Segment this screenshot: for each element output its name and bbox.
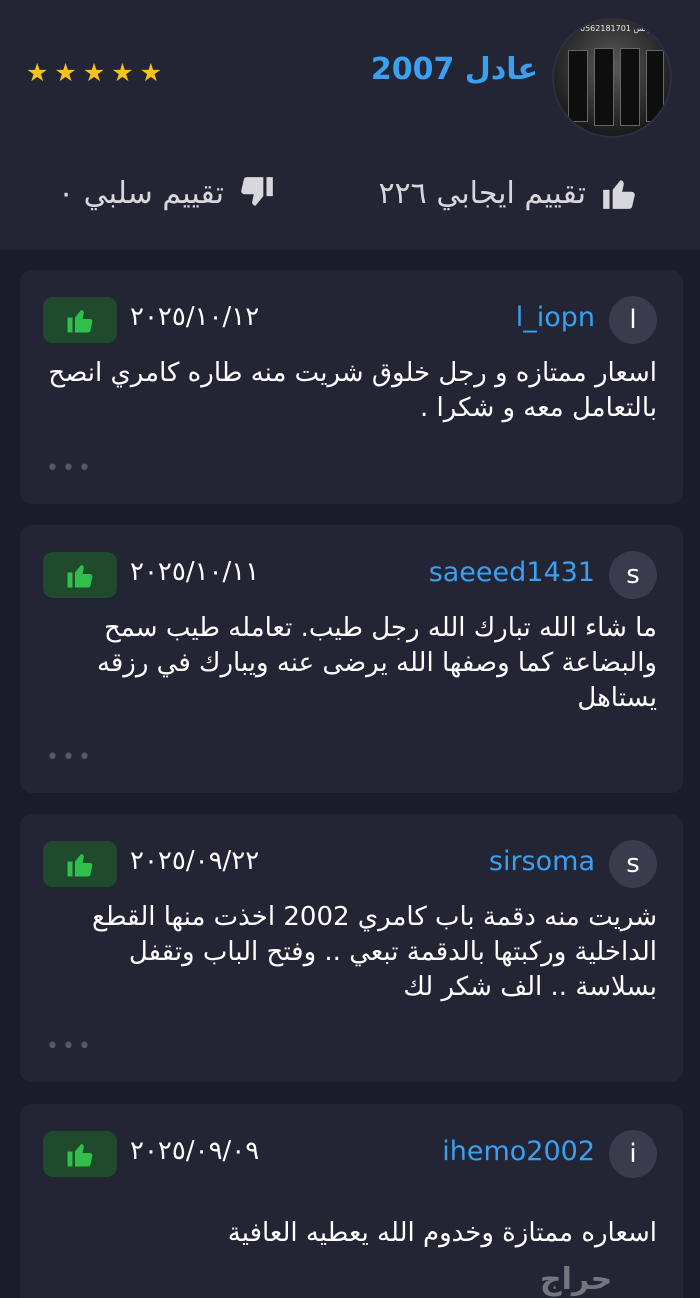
profile-header: واتس 0562181701 عادل 2007 ★★★★★ تقييم اي…: [0, 0, 700, 250]
negative-rating-label: تقييم سلبي ٠: [58, 175, 224, 211]
positive-badge: [43, 552, 117, 598]
thumbs-up-icon: [603, 180, 635, 209]
review-date: ٢٠٢٥/١٠/١١: [130, 557, 260, 587]
more-options-icon[interactable]: •••: [46, 745, 94, 770]
review-text: اسعار ممتازه و رجل خلوق شريت منه طاره كا…: [48, 358, 657, 423]
review-card: s sirsoma ٢٠٢٥/٠٩/٢٢ شريت منه دقمة باب ك…: [20, 814, 683, 1082]
more-options-icon[interactable]: •••: [46, 456, 94, 481]
avatar-plate-text: واتس 0562181701: [580, 24, 652, 33]
reviewer-username[interactable]: sirsoma: [489, 846, 595, 877]
reviewer-avatar[interactable]: l: [609, 296, 657, 344]
review-card: s saeeed1431 ٢٠٢٥/١٠/١١ ما شاء الله تبار…: [20, 525, 683, 793]
review-date: ٢٠٢٥/٠٩/٢٢: [130, 846, 260, 876]
positive-badge: [43, 1131, 117, 1177]
positive-badge: [43, 297, 117, 343]
negative-rating[interactable]: تقييم سلبي ٠: [58, 174, 276, 212]
profile-avatar[interactable]: واتس 0562181701: [552, 18, 672, 138]
positive-rating[interactable]: تقييم ايجابي ٢٢٦: [378, 174, 638, 212]
review-card: l l_iopn ٢٠٢٥/١٠/١٢ اسعار ممتازه و رجل خ…: [20, 270, 683, 504]
reviewer-username[interactable]: l_iopn: [516, 302, 595, 333]
thumbs-up-icon: [67, 309, 93, 333]
reviewer-avatar[interactable]: i: [609, 1130, 657, 1178]
positive-badge: [43, 841, 117, 887]
rating-stars: ★★★★★: [26, 58, 169, 87]
thumbs-up-icon: [67, 564, 93, 588]
positive-rating-label: تقييم ايجابي ٢٢٦: [378, 175, 586, 211]
thumbs-down-icon: [241, 177, 273, 206]
review-text: اسعاره ممتازة وخدوم الله يعطيه العافية: [227, 1218, 657, 1248]
reviewer-avatar[interactable]: s: [609, 551, 657, 599]
review-text: ما شاء الله تبارك الله رجل طيب. تعامله ط…: [96, 613, 657, 713]
thumbs-up-icon: [67, 853, 93, 877]
more-options-icon[interactable]: •••: [46, 1034, 94, 1059]
reviewer-username[interactable]: saeeed1431: [429, 557, 595, 588]
haraj-watermark: حراج: [540, 1262, 613, 1297]
reviewer-avatar[interactable]: s: [609, 840, 657, 888]
review-date: ٢٠٢٥/٠٩/٠٩: [130, 1136, 260, 1166]
review-date: ٢٠٢٥/١٠/١٢: [130, 302, 260, 332]
review-text: شريت منه دقمة باب كامري 2002 اخذت منها ا…: [92, 902, 657, 1002]
thumbs-up-icon: [67, 1143, 93, 1167]
profile-username[interactable]: عادل 2007: [371, 52, 538, 87]
reviewer-username[interactable]: ihemo2002: [442, 1136, 595, 1167]
